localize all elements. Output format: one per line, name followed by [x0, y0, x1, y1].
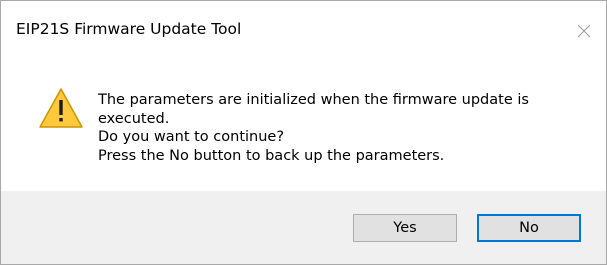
no-button[interactable]: No — [477, 214, 581, 242]
message-line: The parameters are initialized when the … — [98, 92, 529, 108]
close-icon — [577, 24, 591, 38]
yes-button[interactable]: Yes — [353, 214, 457, 242]
message-line: Do you want to continue? — [98, 129, 285, 145]
dialog-content: The parameters are initialized when the … — [1, 61, 606, 191]
window-title: EIP21S Firmware Update Tool — [16, 20, 242, 38]
message-dialog: EIP21S Firmware Update Tool The paramete… — [0, 0, 607, 265]
warning-icon — [39, 88, 83, 128]
message-line: executed. — [98, 110, 170, 127]
title-bar: EIP21S Firmware Update Tool — [1, 1, 606, 61]
message-line: Press the No button to back up the param… — [98, 147, 445, 164]
message-text: The parameters are initialized when the … — [98, 91, 588, 165]
button-bar: Yes No — [1, 191, 606, 264]
close-button[interactable] — [562, 1, 606, 61]
